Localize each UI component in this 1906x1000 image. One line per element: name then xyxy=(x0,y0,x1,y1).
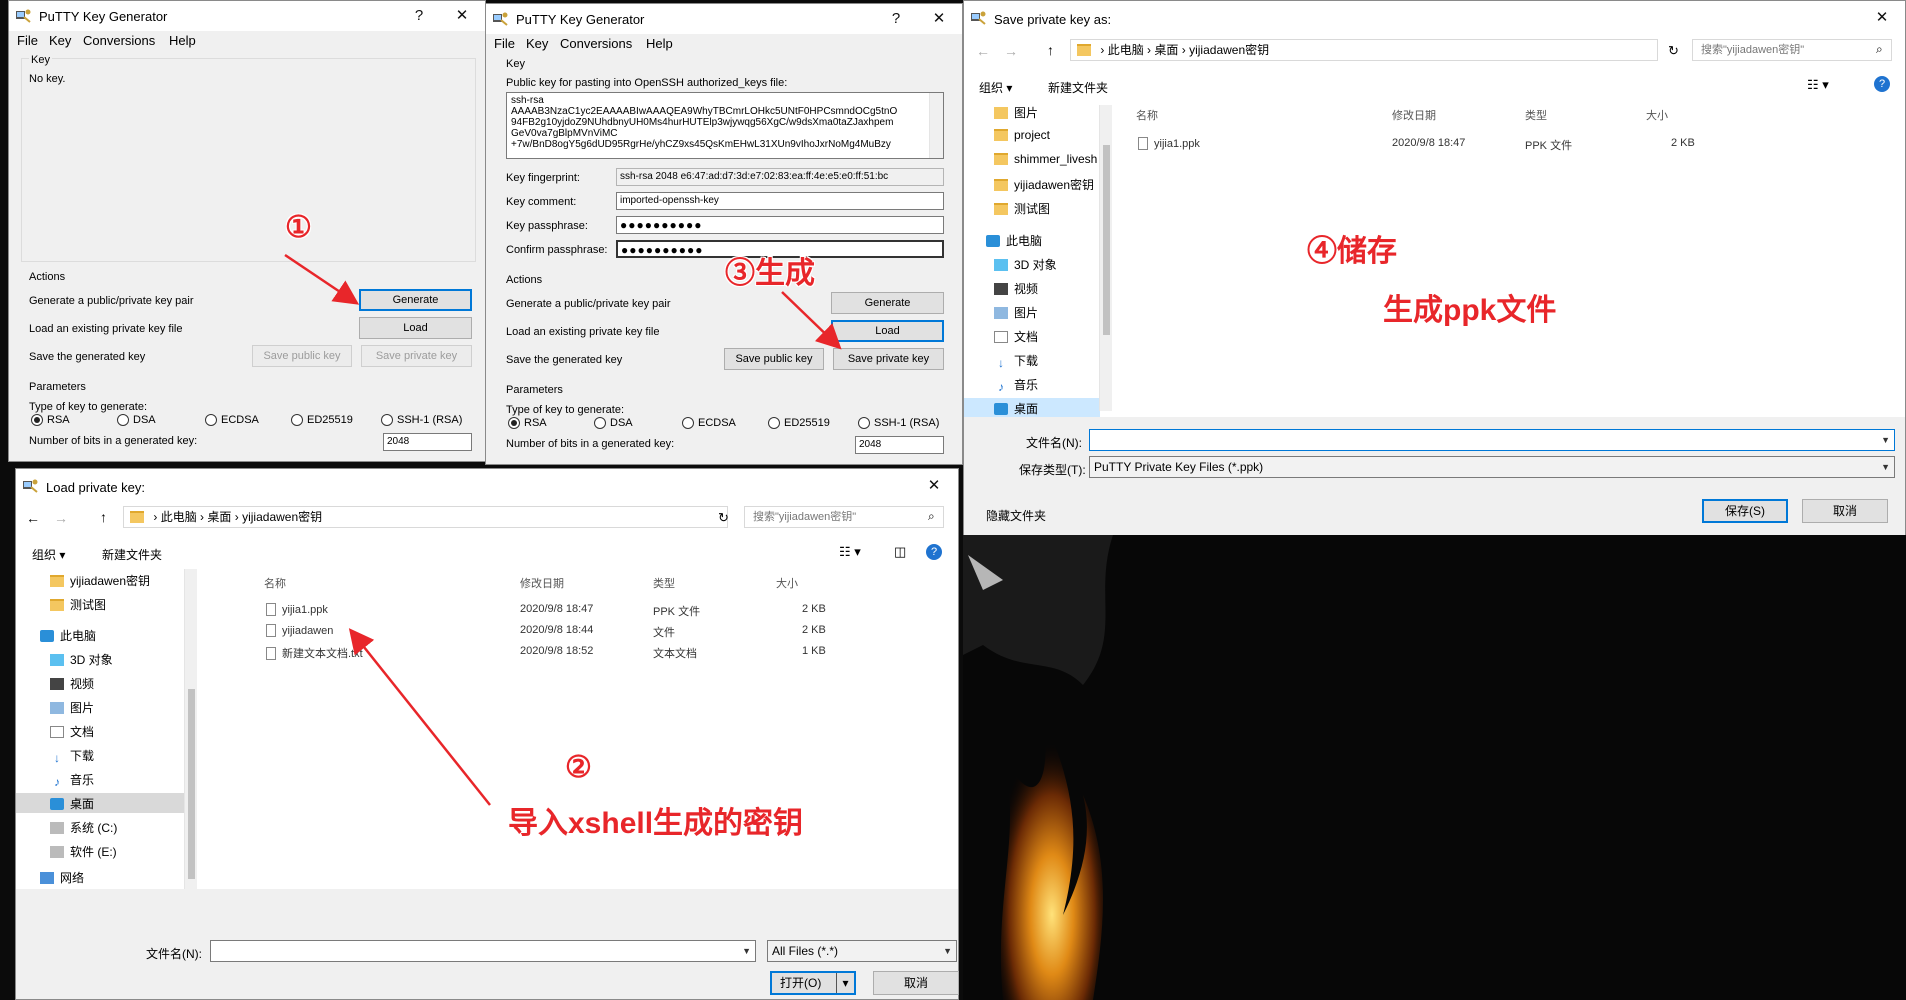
annotation-step-1: ① xyxy=(285,211,312,244)
annotation-step-2-text: 导入xshell生成的密钥 xyxy=(508,807,804,840)
annotation-arrows xyxy=(284,253,842,806)
arrow-3 xyxy=(781,291,842,350)
annotation-step-4-text: 生成ppk文件 xyxy=(1383,294,1557,327)
arrow-1 xyxy=(284,253,360,305)
annotation-step-3: ③生成 xyxy=(725,257,815,290)
annotation-step-4: ④储存 xyxy=(1307,235,1397,268)
arrow-2 xyxy=(348,628,491,806)
annotation-step-2: ② xyxy=(565,751,592,784)
